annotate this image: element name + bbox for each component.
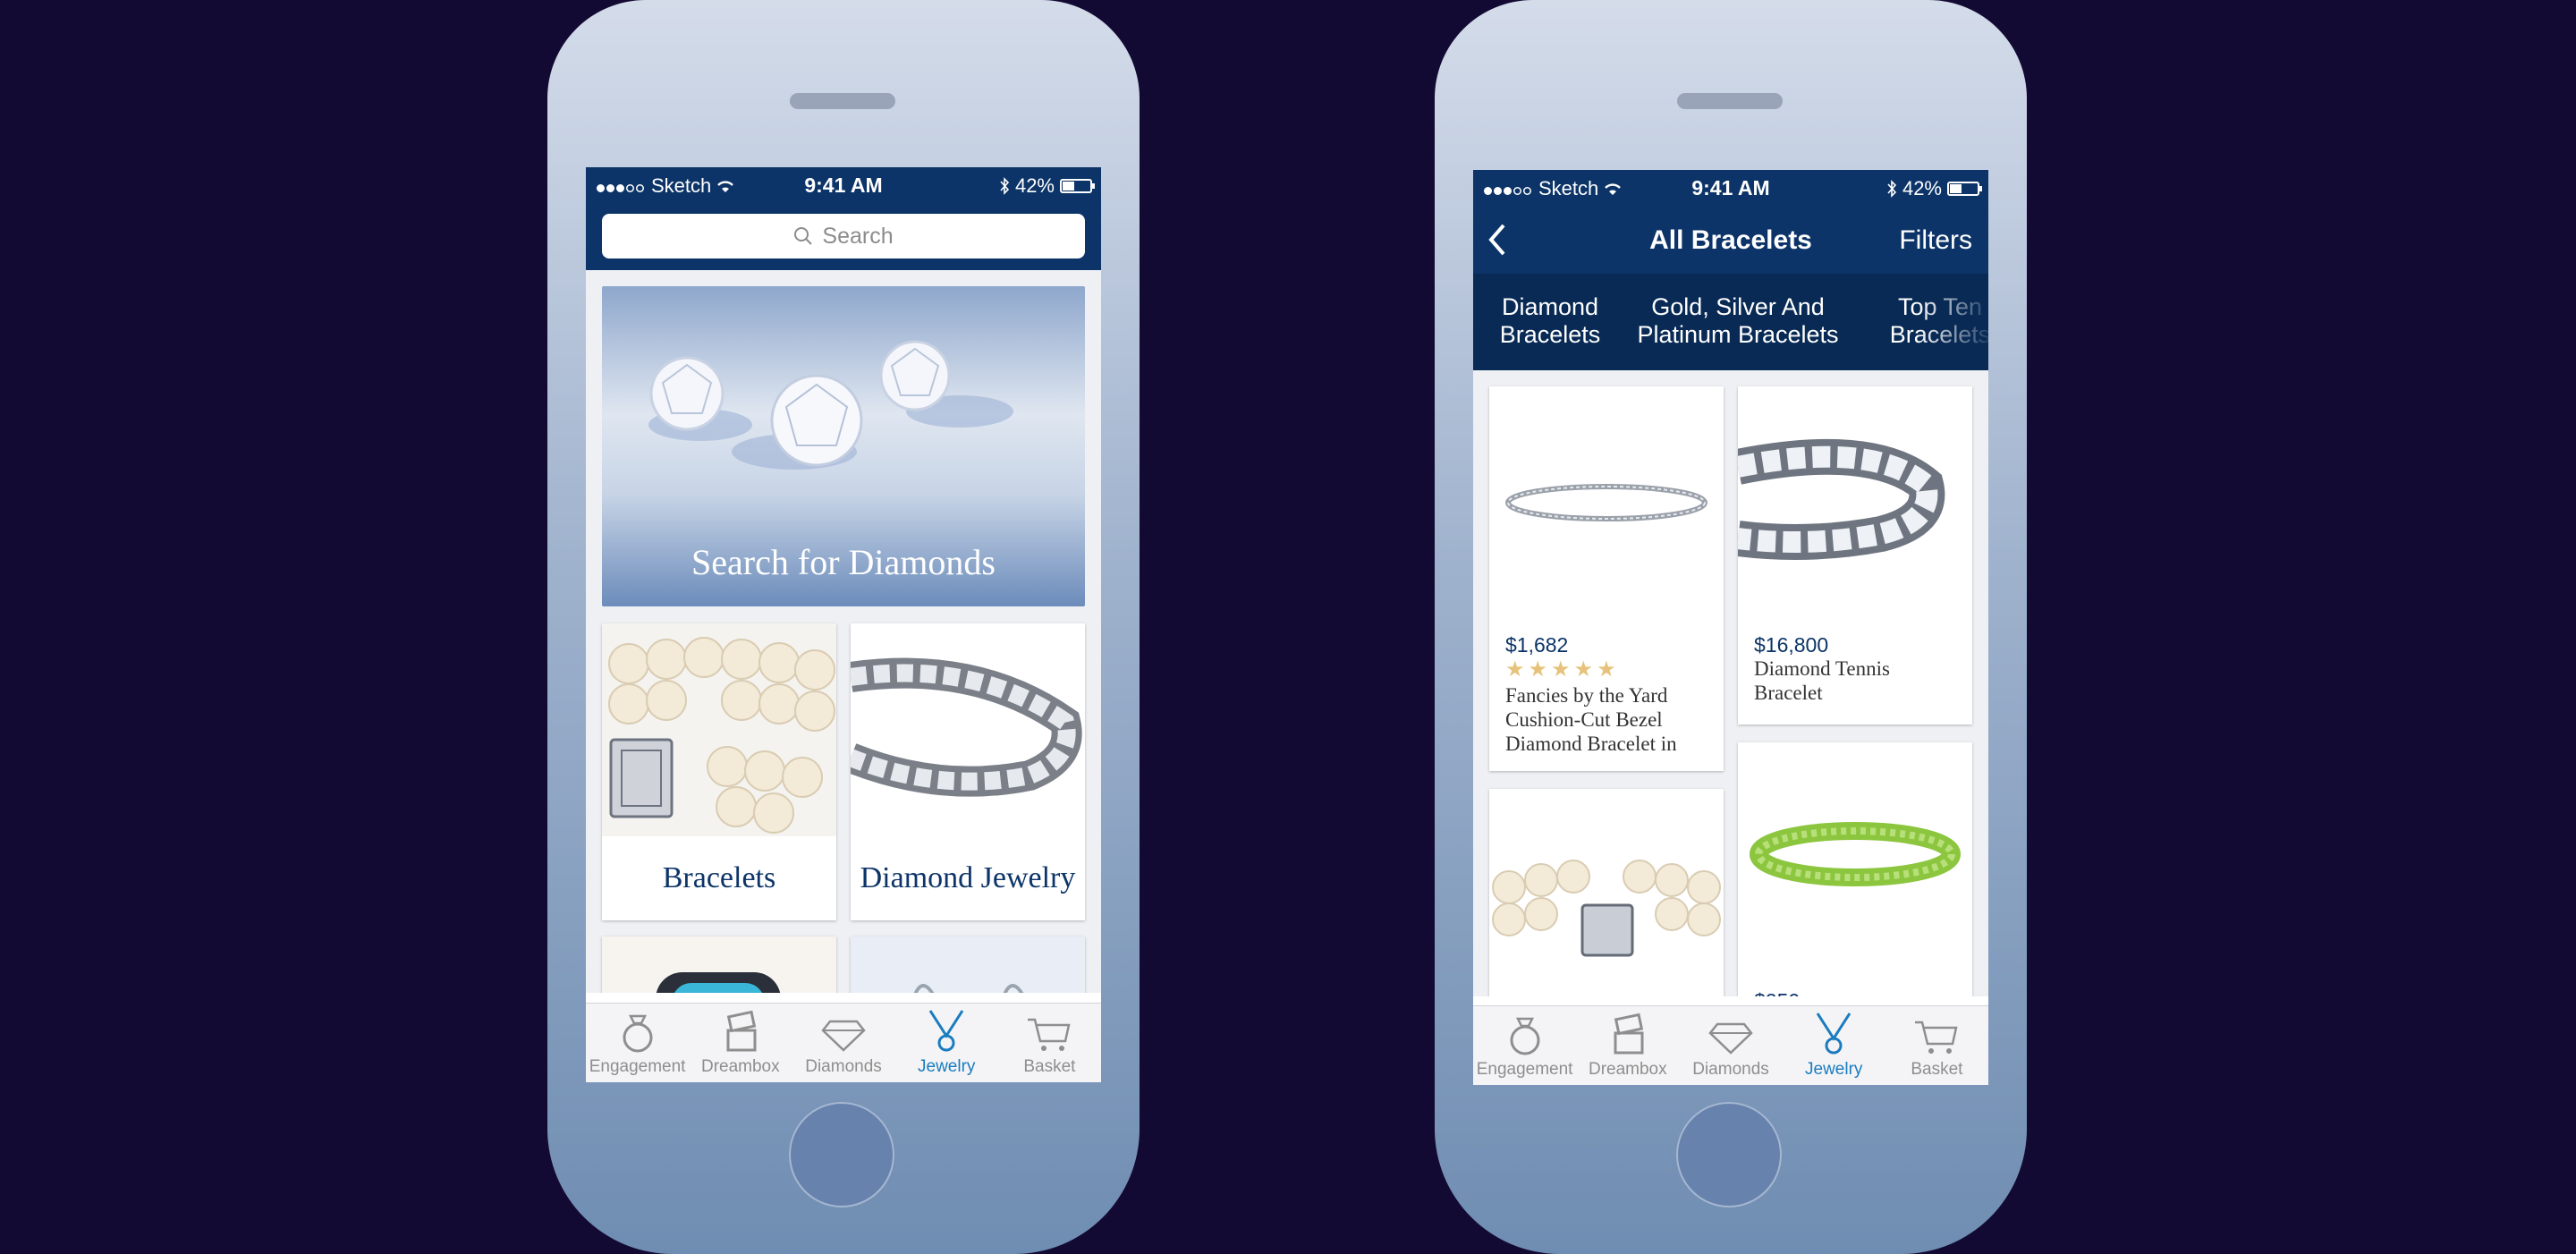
phone-right: Sketch 9:41 AM 42% All Bracelets Filters… xyxy=(1435,0,2027,1254)
search-bar: Search xyxy=(586,203,1101,270)
nav-bar: All Bracelets Filters xyxy=(1473,206,1988,274)
subcategory-tabs: Diamond Bracelets Gold, Silver And Plati… xyxy=(1473,274,1988,370)
battery-percent: 42% xyxy=(1014,174,1055,197)
category-label: Bracelets xyxy=(662,861,776,894)
star-icon: ★ xyxy=(1573,657,1594,682)
tab-jewelry[interactable]: Jewelry xyxy=(1783,1006,1885,1085)
subtab-gold-silver-platinum[interactable]: Gold, Silver And Platinum Bracelets xyxy=(1631,293,1845,349)
product-image xyxy=(1505,484,1707,521)
star-icon: ★ xyxy=(1597,657,1616,682)
star-icon: ★ xyxy=(1528,657,1548,682)
ring-icon xyxy=(1510,1017,1540,1055)
product-image xyxy=(1492,860,1721,957)
category-card-bracelets[interactable]: Bracelets xyxy=(602,623,836,920)
pearl-bracelet-image xyxy=(602,623,836,836)
product-image xyxy=(1750,822,1961,886)
scroll-fade xyxy=(1917,274,1988,370)
ring-box-icon xyxy=(726,1010,757,1052)
necklace-icon xyxy=(928,1010,964,1052)
phone-left: Sketch 9:41 AM 42% Search Search for Dia… xyxy=(547,0,1140,1254)
category-label: Diamond Jewelry xyxy=(860,861,1076,894)
category-card-earrings[interactable] xyxy=(851,936,1085,993)
earrings-image xyxy=(851,936,1085,993)
star-icon: ★ xyxy=(1505,657,1525,682)
product-card[interactable] xyxy=(1489,789,1724,996)
tab-dreambox[interactable]: Dreambox xyxy=(689,1004,792,1082)
phone-speaker xyxy=(790,93,895,109)
rating-stars: ★ ★ ★ ★ ★ xyxy=(1505,657,1616,682)
home-button[interactable] xyxy=(1676,1102,1782,1207)
home-button[interactable] xyxy=(789,1102,894,1207)
cart-icon xyxy=(1915,1021,1958,1054)
subtab-diamond-bracelets[interactable]: Diamond Bracelets xyxy=(1487,293,1613,349)
search-placeholder: Search xyxy=(822,223,894,249)
tab-basket[interactable]: Basket xyxy=(998,1004,1101,1082)
cart-icon xyxy=(1028,1018,1071,1051)
battery-percent: 42% xyxy=(1902,177,1942,199)
tab-engagement[interactable]: Engagement xyxy=(1473,1006,1576,1085)
product-card[interactable]: $250 xyxy=(1738,742,1972,996)
tennis-bracelet-image xyxy=(851,623,1085,836)
star-icon: ★ xyxy=(1551,657,1571,682)
necklace-icon xyxy=(1816,1013,1852,1055)
product-grid: $1,682 ★ ★ ★ ★ ★ Fancies by the Yard Cushion… xyxy=(1473,370,1988,996)
search-icon xyxy=(794,227,813,245)
product-name: Fancies by the Yard Cushion-Cut Bezel Di… xyxy=(1505,684,1677,755)
tab-diamonds[interactable]: Diamonds xyxy=(1679,1006,1782,1085)
search-input[interactable]: Search xyxy=(602,214,1085,258)
product-card[interactable]: $16,800 Diamond Tennis Bracelet xyxy=(1738,386,1972,724)
ring-box-icon xyxy=(1614,1013,1644,1055)
product-image xyxy=(1738,438,1945,560)
product-card[interactable]: $1,682 ★ ★ ★ ★ ★ Fancies by the Yard Cushion… xyxy=(1489,386,1724,771)
diamond-icon xyxy=(1708,1022,1753,1055)
home-content: Search for Diamonds Bracelets Diamond Je… xyxy=(586,270,1101,993)
battery-icon xyxy=(1947,182,1982,196)
category-card-diamond-jewelry[interactable]: Diamond Jewelry xyxy=(851,623,1085,920)
phone-speaker xyxy=(1677,93,1783,109)
bracelets-screen: Sketch 9:41 AM 42% All Bracelets Filters… xyxy=(1473,170,1988,1085)
diamond-icon xyxy=(821,1020,866,1052)
tab-diamonds[interactable]: Diamonds xyxy=(792,1004,894,1082)
bluetooth-icon xyxy=(1887,180,1897,198)
search-diamonds-banner[interactable]: Search for Diamonds xyxy=(602,286,1085,606)
tab-engagement[interactable]: Engagement xyxy=(586,1004,689,1082)
bluetooth-icon xyxy=(1000,177,1010,195)
banner-title: Search for Diamonds xyxy=(691,542,996,582)
aquamarine-ring-image xyxy=(602,936,836,993)
product-price: $1,682 xyxy=(1505,633,1569,657)
home-screen: Sketch 9:41 AM 42% Search Search for Dia… xyxy=(586,167,1101,1082)
tab-bar: Engagement Dreambox Diamonds Jewelry Bas… xyxy=(1473,1005,1988,1085)
status-bar: Sketch 9:41 AM 42% xyxy=(586,167,1101,203)
tab-jewelry[interactable]: Jewelry xyxy=(895,1004,998,1082)
ring-icon xyxy=(623,1014,653,1053)
battery-icon xyxy=(1060,179,1095,193)
filters-button[interactable]: Filters xyxy=(1899,225,1972,256)
tab-dreambox[interactable]: Dreambox xyxy=(1576,1006,1679,1085)
category-card-rings[interactable] xyxy=(602,936,836,993)
tab-bar: Engagement Dreambox Diamonds Jewelry Bas… xyxy=(586,1003,1101,1082)
status-bar: Sketch 9:41 AM 42% xyxy=(1473,170,1988,206)
product-name: Diamond Tennis Bracelet xyxy=(1754,657,1890,704)
product-price: $16,800 xyxy=(1754,633,1829,657)
tab-basket[interactable]: Basket xyxy=(1885,1006,1988,1085)
product-price: $250 xyxy=(1754,989,1800,996)
